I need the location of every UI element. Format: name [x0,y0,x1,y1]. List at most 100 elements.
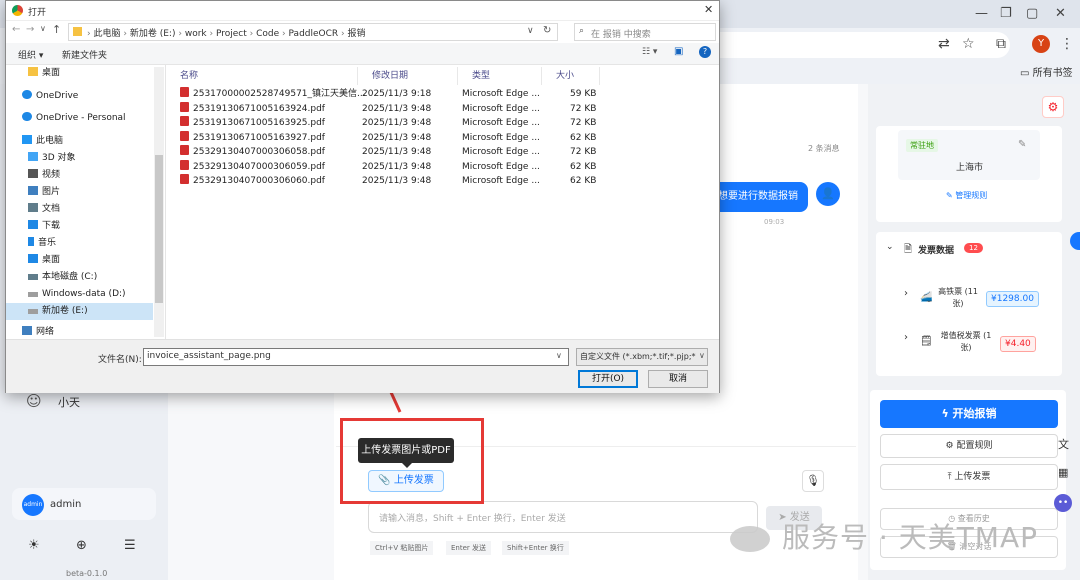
file-date: 2025/11/3 9:48 [362,161,432,172]
organize-menu[interactable]: 组织 ▾ [18,48,43,61]
close-icon[interactable]: ✕ [704,3,713,16]
cloud-icon [22,112,32,121]
file-row[interactable]: 25317000002528749571_镇江天美信... 2025/11/3 … [180,87,600,101]
file-row[interactable]: 25319130671005163924.pdf 2025/11/3 9:48 … [180,101,600,116]
file-name: 25329130407000306058.pdf [193,147,325,157]
file-date: 2025/11/3 9:48 [362,132,432,143]
search-placeholder: 在 报销 中搜索 [591,30,651,40]
breadcrumb-item[interactable]: 报销 [348,29,366,39]
breadcrumb: › 此电脑 › 新加卷 (E:) › work › Project › Code… [87,29,366,39]
upload-button-label: 上传发票 [393,475,434,486]
search-input[interactable]: ⌕ 在 报销 中搜索 [574,23,716,41]
nav-item[interactable]: 视频 [6,167,153,184]
nav-item[interactable]: 新加卷 (E:) [6,303,153,320]
breadcrumb-item[interactable]: Project [216,29,247,39]
file-type: Microsoft Edge ... [462,89,540,99]
file-row[interactable]: 25329130407000306060.pdf 2025/11/3 9:48 … [180,174,600,188]
chevron-down-icon: ∨ [699,351,705,360]
file-date: 2025/11/3 9:48 [362,147,432,157]
up-icon[interactable]: ↑ [52,23,61,36]
help-icon[interactable]: ? [699,46,711,58]
pdf-icon [180,116,189,126]
file-list: 名称 修改日期 类型 大小 25317000002528749571_镇江天美信… [166,65,719,339]
breadcrumb-item[interactable]: 新加卷 (E:) [130,29,176,39]
file-type: Microsoft Edge ... [462,176,540,186]
nav-item[interactable]: 桌面 [6,65,153,82]
file-date: 2025/11/3 9:48 [362,103,432,114]
nav-label: 3D 对象 [42,153,76,163]
scrollbar-thumb[interactable] [155,155,163,303]
cloud-icon [22,90,32,99]
nav-label: Windows-data (D:) [42,289,126,299]
chevron-down-icon[interactable]: ∨ [556,351,562,360]
column-header-date[interactable]: 修改日期 [358,67,458,85]
cancel-button[interactable]: 取消 [648,370,708,388]
nav-item[interactable]: 音乐 [6,235,153,252]
file-name: 25319130671005163927.pdf [193,132,325,143]
upload-button[interactable]: 📎 上传发票 [368,470,444,492]
nav-label: OneDrive - Personal [36,113,126,123]
view-icon[interactable]: ☷ ▾ [642,47,657,57]
file-name: 25319130671005163924.pdf [193,103,325,114]
nav-item[interactable]: OneDrive [6,88,153,105]
file-type: Microsoft Edge ... [462,161,540,172]
filename-input[interactable]: invoice_assistant_page.png ∨ [143,348,569,366]
chevron-down-icon[interactable]: ∨ [527,26,534,36]
pdf-icon [180,174,189,184]
nav-label: 本地磁盘 (C:) [42,272,98,282]
back-icon[interactable]: ← [12,24,20,35]
file-row[interactable]: 25329130407000306058.pdf 2025/11/3 9:48 … [180,145,600,159]
tooltip-arrow [402,463,412,468]
file-row[interactable]: 25319130671005163925.pdf 2025/11/3 9:48 … [180,116,600,130]
nav-item[interactable]: 桌面 [6,252,153,269]
open-button[interactable]: 打开(O) [578,370,638,388]
pdf-icon [180,87,189,97]
nav-label: 此电脑 [36,136,64,146]
nav-item[interactable]: 3D 对象 [6,150,153,167]
computer-icon [22,135,32,144]
breadcrumb-item[interactable]: PaddleOCR [289,29,339,39]
breadcrumb-item[interactable]: 此电脑 [93,29,120,39]
dialog-footer: 文件名(N): invoice_assistant_page.png ∨ 自定义… [6,339,719,393]
file-size: 62 KB [570,176,597,186]
search-icon: ⌕ [579,26,585,36]
file-row[interactable]: 25319130671005163927.pdf 2025/11/3 9:48 … [180,130,600,145]
nav-label: 文档 [42,204,61,214]
document-icon [28,203,38,212]
nav-label: 网络 [36,327,55,337]
breadcrumb-item[interactable]: work [185,29,207,39]
wechat-logo-icon [730,526,770,552]
path-bar[interactable]: › 此电脑 › 新加卷 (E:) › work › Project › Code… [68,23,558,41]
nav-item[interactable]: 本地磁盘 (C:) [6,269,153,286]
network-icon [22,326,32,335]
column-header-name[interactable]: 名称 [166,67,358,85]
file-name: 25319130671005163925.pdf [193,118,325,128]
paperclip-icon: 📎 [378,475,391,486]
pdf-icon [180,145,189,155]
nav-item[interactable]: 文档 [6,201,153,218]
refresh-icon[interactable]: ↻ [543,25,551,36]
new-folder-button[interactable]: 新建文件夹 [62,48,107,61]
file-type-filter[interactable]: 自定义文件 (*.xbm;*.tif;*.pjp;* ∨ [576,348,708,366]
nav-item[interactable]: 网络 [6,324,153,339]
video-icon [28,169,38,178]
nav-item[interactable]: Windows-data (D:) [6,286,153,303]
preview-pane-icon[interactable]: ▣ [674,46,683,57]
column-header-size[interactable]: 大小 [542,67,600,85]
file-date: 2025/11/3 9:48 [362,118,432,128]
chevron-down-icon[interactable]: ∨ [40,24,46,33]
nav-item[interactable]: 此电脑 [6,133,153,150]
nav-item[interactable]: 下载 [6,218,153,235]
music-icon [28,237,34,246]
file-size: 62 KB [570,161,597,172]
column-header-type[interactable]: 类型 [458,67,542,85]
breadcrumb-item[interactable]: Code [256,29,279,39]
nav-item[interactable]: OneDrive - Personal [6,110,153,127]
forward-icon[interactable]: → [26,24,34,35]
nav-label: 图片 [42,187,61,197]
file-row[interactable]: 25329130407000306059.pdf 2025/11/3 9:48 … [180,159,600,174]
file-type: Microsoft Edge ... [462,147,540,157]
drive-icon [28,292,38,297]
pdf-icon [180,159,189,170]
nav-item[interactable]: 图片 [6,184,153,201]
